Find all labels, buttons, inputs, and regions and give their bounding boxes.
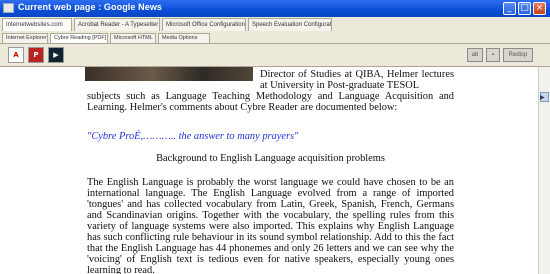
scroll-arrow-icon: ▶ [540, 94, 545, 101]
window-title: Current web page : Google News [18, 2, 163, 12]
tab-internetwebsites[interactable]: Internetwebsites.com [2, 18, 72, 31]
body-paragraph: The English Language is probably the wor… [87, 177, 454, 274]
tab-row-primary: Internetwebsites.com Acrobat Reader - A … [0, 17, 550, 33]
pdf-icon[interactable]: A [8, 47, 24, 63]
tab-row-secondary: Internet Explorer Cybre Reading [PDF] Mi… [0, 32, 550, 44]
tab-office-config[interactable]: Microsoft Office Configuration [162, 18, 246, 31]
maximize-button[interactable]: □ [518, 2, 531, 15]
app-icon [3, 3, 14, 13]
intro-text-right: Director of Studies at QIBA, Helmer lect… [260, 69, 454, 91]
pdf-export-icon[interactable]: P [28, 47, 44, 63]
toolbar: A P ▶ ab ▪ Redisp [0, 44, 550, 67]
close-button[interactable]: × [533, 2, 546, 15]
tab-speech-eval[interactable]: Speech Evaluation Configuration [248, 18, 332, 31]
section-heading: Background to English Language acquisiti… [156, 153, 385, 164]
minimize-button[interactable]: _ [503, 2, 516, 15]
application-window: Current web page : Google News _ □ × Int… [0, 0, 550, 274]
stop-button[interactable]: ▪ [486, 48, 500, 62]
intro-text: subjects such as Language Teaching Metho… [87, 91, 454, 113]
tab-cybre-reading[interactable]: Cybre Reading [PDF] [50, 33, 108, 43]
tab-media-options[interactable]: Media Options [158, 33, 210, 43]
film-icon[interactable]: ▶ [48, 47, 64, 63]
author-photo [85, 67, 253, 81]
redisplay-button[interactable]: Redisp [503, 48, 533, 62]
quote-text: "Cybre ProÉ,……….. the answer to many pra… [87, 131, 299, 142]
tab-internet-explorer[interactable]: Internet Explorer [2, 33, 48, 43]
tab-microsoft-html[interactable]: Microsoft HTML [110, 33, 156, 43]
title-bar: Current web page : Google News _ □ × [0, 0, 550, 17]
vertical-scrollbar[interactable]: ▶ [538, 67, 550, 274]
text-mode-button[interactable]: ab [467, 48, 483, 62]
document-viewport: Director of Studies at QIBA, Helmer lect… [0, 67, 538, 274]
tab-acrobat-reader[interactable]: Acrobat Reader - A Typesetter [74, 18, 160, 31]
